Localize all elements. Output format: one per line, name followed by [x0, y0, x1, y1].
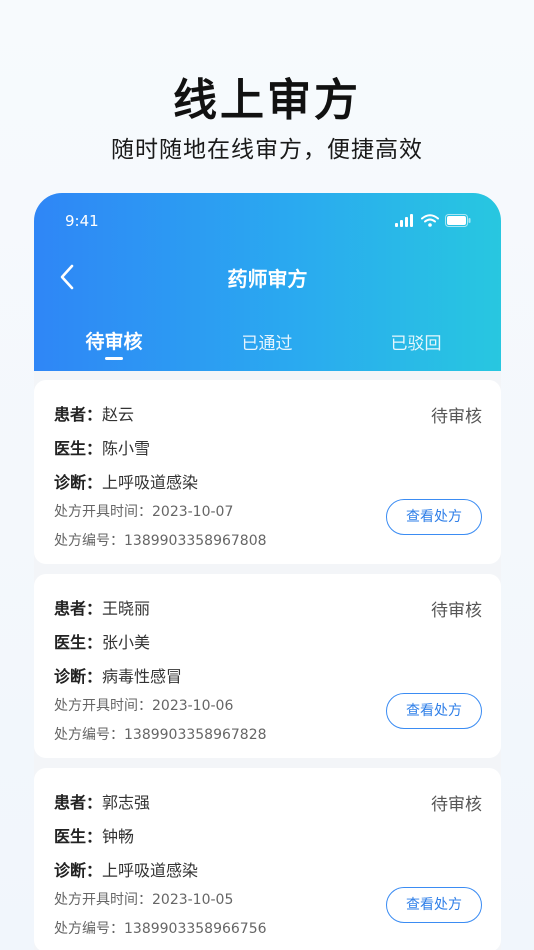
view-prescription-button[interactable]: 查看处方 [386, 887, 482, 923]
patient-row: 患者：郭志强 [54, 789, 150, 813]
prescription-number-value: 1389903358967828 [124, 727, 267, 743]
diagnosis-value: 病毒性感冒 [102, 667, 183, 686]
doctor-row: 医生：张小美 [54, 629, 150, 653]
tab-pending-label: 待审核 [85, 331, 143, 353]
prescription-number-row: 处方编号：1389903358967828 [54, 724, 267, 744]
prescription-card[interactable]: 患者：王晓丽 医生：张小美 诊断：病毒性感冒 处方开具时间：2023-10-06… [34, 574, 501, 758]
tab-bar: 待审核 已通过 已驳回 [34, 329, 501, 369]
patient-label: 患者： [54, 599, 103, 618]
prescription-number-label: 处方编号： [54, 533, 124, 549]
status-badge: 待审核 [431, 795, 482, 815]
status-badge: 待审核 [431, 601, 482, 621]
patient-label: 患者： [54, 405, 103, 424]
battery-icon [445, 213, 471, 227]
issue-time-label: 处方开具时间： [54, 504, 152, 520]
view-prescription-button[interactable]: 查看处方 [386, 693, 482, 729]
prescription-number-row: 处方编号：1389903358966756 [54, 918, 267, 938]
status-badge: 待审核 [431, 407, 482, 427]
patient-row: 患者：赵云 [54, 401, 134, 425]
page-title: 药师审方 [227, 267, 308, 291]
issue-time-value: 2023-10-07 [152, 504, 234, 520]
prescription-card[interactable]: 患者：赵云 医生：陈小雪 诊断：上呼吸道感染 处方开具时间：2023-10-07… [34, 380, 501, 564]
patient-name: 赵云 [102, 405, 135, 424]
diagnosis-value: 上呼吸道感染 [102, 473, 199, 492]
diagnosis-row: 诊断：病毒性感冒 [54, 663, 182, 687]
diagnosis-label: 诊断： [54, 667, 103, 686]
prescription-number-label: 处方编号： [54, 921, 124, 937]
prescription-number-label: 处方编号： [54, 727, 124, 743]
status-time: 9:41 [65, 212, 99, 230]
prescription-card[interactable]: 患者：郭志强 医生：钟畅 诊断：上呼吸道感染 处方开具时间：2023-10-05… [34, 768, 501, 950]
diagnosis-row: 诊断：上呼吸道感染 [54, 857, 198, 881]
issue-time-value: 2023-10-06 [152, 698, 234, 714]
issue-time-row: 处方开具时间：2023-10-07 [54, 501, 233, 521]
prescription-list: 患者：赵云 医生：陈小雪 诊断：上呼吸道感染 处方开具时间：2023-10-07… [34, 380, 501, 950]
app-header: 9:41 药师审方 待审核 已通过 已驳回 [34, 193, 501, 371]
prescription-number-row: 处方编号：1389903358967808 [54, 530, 267, 550]
prescription-number-value: 1389903358967808 [124, 533, 267, 549]
phone-screen: 9:41 药师审方 待审核 已通过 已驳回 患者：赵云 医生：陈小雪 诊断：上呼… [34, 193, 501, 950]
diagnosis-row: 诊断：上呼吸道感染 [54, 469, 198, 493]
issue-time-value: 2023-10-05 [152, 892, 234, 908]
doctor-row: 医生：钟畅 [54, 823, 134, 847]
doctor-name: 陈小雪 [102, 439, 151, 458]
issue-time-row: 处方开具时间：2023-10-06 [54, 695, 233, 715]
tab-rejected[interactable]: 已驳回 [356, 329, 476, 354]
doctor-label: 医生： [54, 439, 103, 458]
tab-active-indicator [105, 357, 123, 360]
hero-title: 线上审方 [173, 75, 361, 126]
issue-time-row: 处方开具时间：2023-10-05 [54, 889, 233, 909]
tab-rejected-label: 已驳回 [390, 334, 442, 354]
issue-time-label: 处方开具时间： [54, 698, 152, 714]
tab-approved[interactable]: 已通过 [207, 329, 327, 354]
prescription-number-value: 1389903358966756 [124, 921, 267, 937]
patient-row: 患者：王晓丽 [54, 595, 150, 619]
patient-name: 王晓丽 [102, 599, 151, 618]
signal-icon [395, 213, 413, 227]
doctor-label: 医生： [54, 827, 103, 846]
status-icons [395, 213, 471, 227]
view-prescription-button[interactable]: 查看处方 [386, 499, 482, 535]
doctor-name: 钟畅 [102, 827, 135, 846]
doctor-label: 医生： [54, 633, 103, 652]
patient-label: 患者： [54, 793, 103, 812]
diagnosis-value: 上呼吸道感染 [102, 861, 199, 880]
issue-time-label: 处方开具时间： [54, 892, 152, 908]
patient-name: 郭志强 [102, 793, 151, 812]
wifi-icon [421, 213, 439, 227]
tab-approved-label: 已通过 [241, 334, 293, 354]
diagnosis-label: 诊断： [54, 861, 103, 880]
doctor-name: 张小美 [102, 633, 151, 652]
diagnosis-label: 诊断： [54, 473, 103, 492]
tab-pending[interactable]: 待审核 [54, 327, 174, 360]
doctor-row: 医生：陈小雪 [54, 435, 150, 459]
hero-subtitle: 随时随地在线审方，便捷高效 [111, 137, 423, 163]
